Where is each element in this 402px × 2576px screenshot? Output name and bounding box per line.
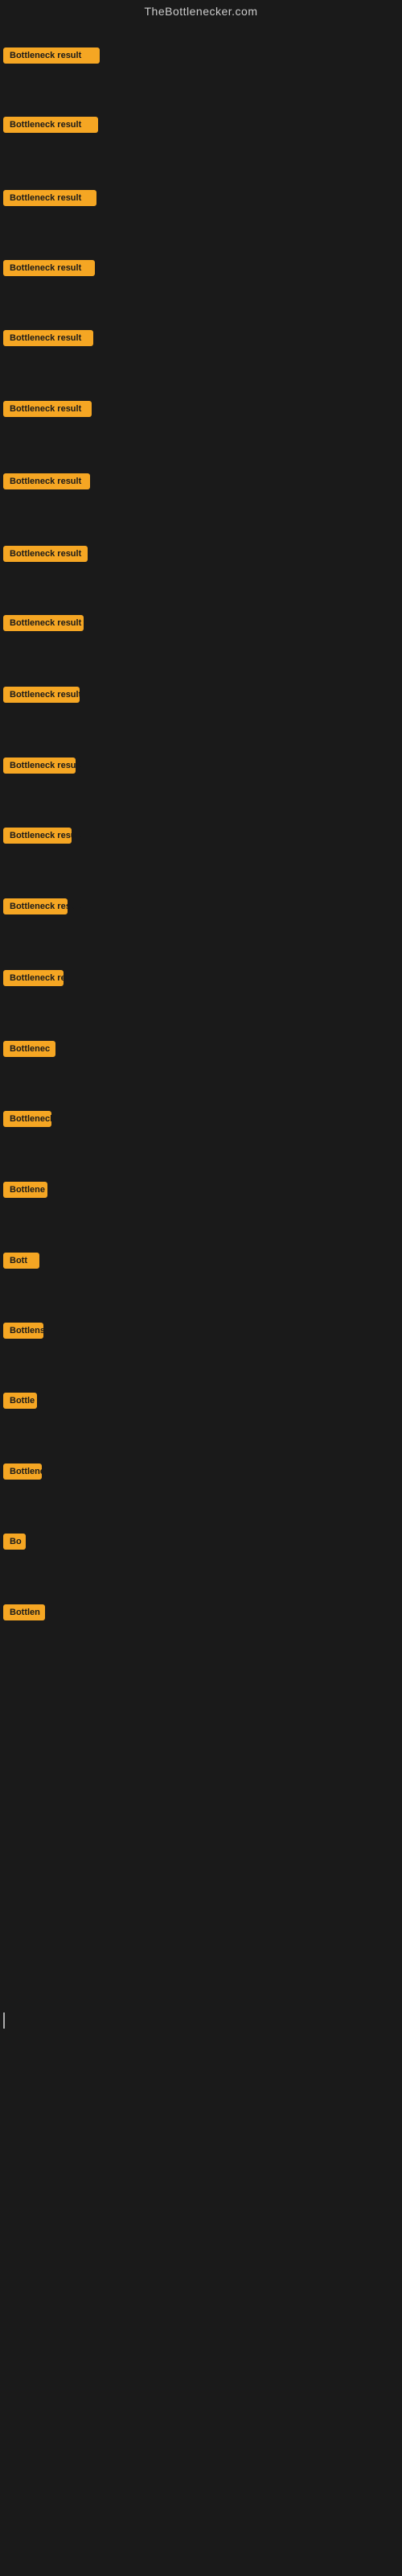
bottleneck-badge[interactable]: Bottleneck result: [3, 546, 88, 562]
bottleneck-badge[interactable]: Bottleneck result: [3, 47, 100, 64]
bottleneck-badge[interactable]: Bottleneck: [3, 1463, 42, 1480]
bottleneck-badge[interactable]: Bottleneck result: [3, 828, 72, 844]
bottleneck-badge[interactable]: Bottlene: [3, 1182, 47, 1198]
bottleneck-item: Bottlen: [3, 1604, 45, 1624]
bottleneck-item: Bottleneck result: [3, 190, 96, 206]
bottleneck-item: Bottleneck result: [3, 758, 76, 774]
bottleneck-badge[interactable]: Bottleneck res: [3, 970, 64, 986]
bottleneck-badge[interactable]: Bottleneck result: [3, 615, 84, 631]
bottleneck-item: Bottlene: [3, 1182, 47, 1202]
bottleneck-item: Bottleneck result: [3, 401, 92, 417]
bottleneck-badge[interactable]: Bottleneck result: [3, 473, 90, 489]
bottleneck-badge[interactable]: Bottleneck result: [3, 260, 95, 276]
bottleneck-item: Bottleneck result: [3, 615, 84, 631]
bottleneck-item: Bottlens: [3, 1323, 43, 1343]
bottleneck-item: Bo: [3, 1534, 26, 1554]
bottleneck-item: Bottleneck: [3, 1463, 42, 1484]
bottleneck-item: Bottleneck result: [3, 330, 93, 346]
bottleneck-badge[interactable]: Bo: [3, 1534, 26, 1550]
bottleneck-item: Bottle: [3, 1393, 37, 1413]
bottleneck-badge[interactable]: Bottlenec: [3, 1041, 55, 1057]
cursor-line: [3, 2013, 5, 2029]
bottleneck-badge[interactable]: Bottle: [3, 1393, 37, 1409]
bottleneck-badge[interactable]: Bottlen: [3, 1604, 45, 1620]
bottleneck-badge[interactable]: Bottlens: [3, 1323, 43, 1339]
bottleneck-badge[interactable]: Bott: [3, 1253, 39, 1269]
bottleneck-badge[interactable]: Bottleneck result: [3, 898, 68, 914]
bottleneck-badge[interactable]: Bottleneck result: [3, 687, 80, 703]
bottleneck-item: Bottleneck result: [3, 687, 80, 703]
bottleneck-item: Bott: [3, 1253, 39, 1273]
bottleneck-badge[interactable]: Bottleneck result: [3, 330, 93, 346]
bottleneck-badge[interactable]: Bottleneck result: [3, 190, 96, 206]
bottleneck-item: Bottleneck result: [3, 828, 72, 844]
bottleneck-item: Bottleneck result: [3, 117, 98, 133]
bottleneck-item: Bottleneck res: [3, 970, 64, 990]
bottleneck-item: Bottleneck r: [3, 1111, 51, 1131]
bottleneck-item: Bottlenec: [3, 1041, 55, 1061]
bottleneck-item: Bottleneck result: [3, 473, 90, 489]
bottleneck-item: Bottleneck result: [3, 546, 88, 562]
bottleneck-item: Bottleneck result: [3, 47, 100, 64]
bottleneck-badge[interactable]: Bottleneck result: [3, 758, 76, 774]
site-title: TheBottlenecker.com: [0, 0, 402, 26]
bottleneck-item: Bottleneck result: [3, 898, 68, 914]
bottleneck-badge[interactable]: Bottleneck result: [3, 401, 92, 417]
bottleneck-item: Bottleneck result: [3, 260, 95, 276]
bottleneck-badge[interactable]: Bottleneck result: [3, 117, 98, 133]
bottleneck-badge[interactable]: Bottleneck r: [3, 1111, 51, 1127]
bottleneck-list: Bottleneck result Bottleneck result Bottle…: [0, 26, 402, 1716]
